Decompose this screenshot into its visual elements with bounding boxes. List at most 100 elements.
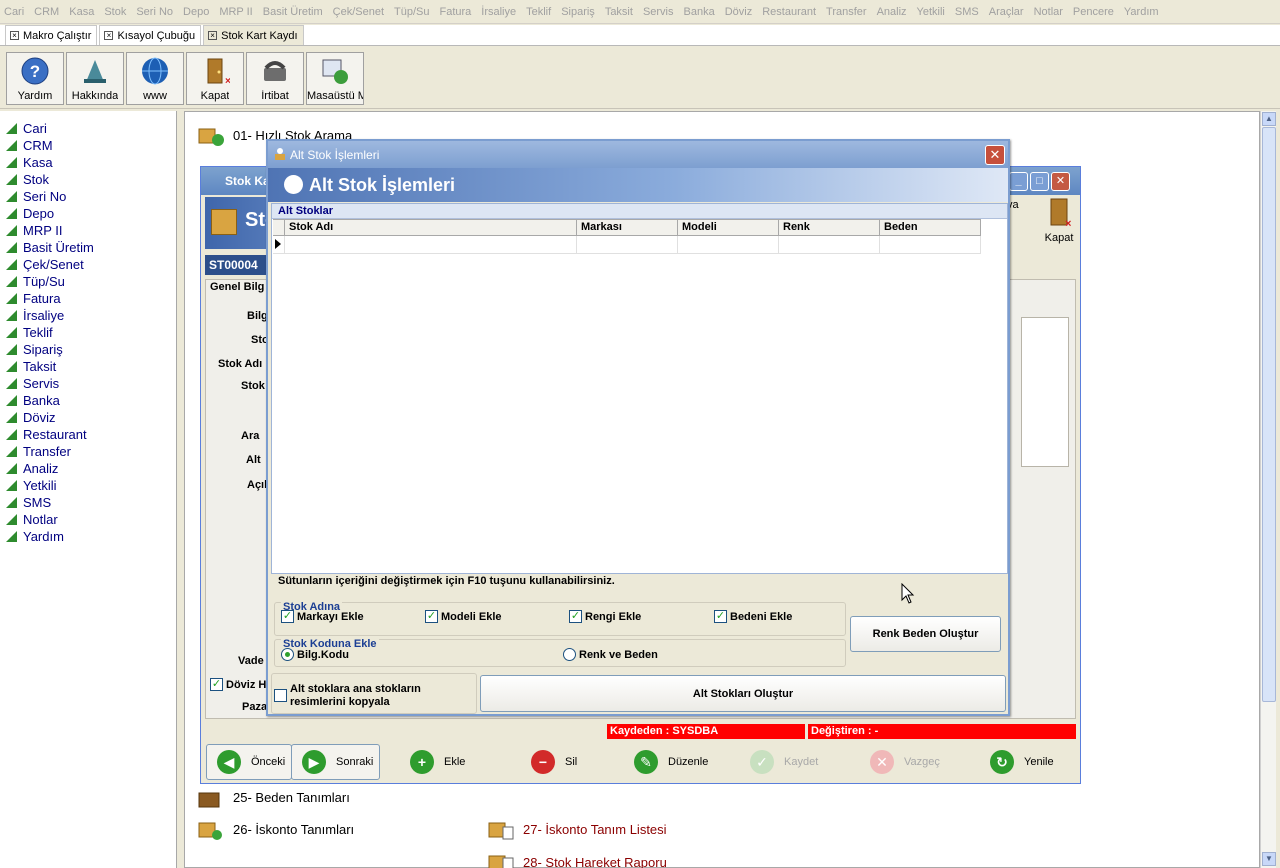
sidebar-item-9[interactable]: Tüp/Su: [0, 273, 176, 290]
menu-item-25[interactable]: Pencere: [1073, 6, 1114, 18]
desktop-shortcut-button[interactable]: Masaüstü M: [306, 52, 364, 105]
previous-button[interactable]: ◀ Önceki: [206, 744, 293, 780]
menu-item-19[interactable]: Transfer: [826, 6, 867, 18]
tab-makro[interactable]: × Makro Çalıştır: [5, 25, 98, 45]
close-icon[interactable]: ×: [104, 31, 114, 40]
menu-item-7[interactable]: Basit Üretim: [263, 6, 323, 18]
menu-item-20[interactable]: Analiz: [877, 6, 907, 18]
sidebar-item-17[interactable]: Döviz: [0, 409, 176, 426]
about-button[interactable]: Hakkında: [66, 52, 124, 105]
column-modeli[interactable]: Modeli: [678, 219, 779, 236]
resim-kopyala-checkbox[interactable]: Alt stoklara ana stokların resimlerini k…: [274, 683, 421, 709]
sidebar-item-14[interactable]: Taksit: [0, 358, 176, 375]
bilg-kodu-radio[interactable]: Bilg.Kodu: [281, 648, 349, 661]
cell-renk[interactable]: [779, 236, 880, 254]
menu-item-13[interactable]: Sipariş: [561, 6, 595, 18]
sidebar-item-18[interactable]: Restaurant: [0, 426, 176, 443]
menu-item-17[interactable]: Döviz: [725, 6, 753, 18]
maximize-icon[interactable]: □: [1030, 172, 1049, 191]
menu-item-18[interactable]: Restaurant: [762, 6, 816, 18]
sidebar-item-15[interactable]: Servis: [0, 375, 176, 392]
sidebar-item-4[interactable]: Seri No: [0, 188, 176, 205]
stok-code-field[interactable]: ST00004: [205, 255, 267, 275]
menu-item-23[interactable]: Araçlar: [989, 6, 1024, 18]
renk-beden-radio[interactable]: Renk ve Beden: [563, 648, 658, 661]
sidebar-item-8[interactable]: Çek/Senet: [0, 256, 176, 273]
report-iskonto-tanim-listesi[interactable]: 27- İskonto Tanım Listesi: [487, 817, 667, 841]
next-button[interactable]: ▶ Sonraki: [291, 744, 381, 780]
menu-item-15[interactable]: Servis: [643, 6, 674, 18]
tab-stok-kart[interactable]: × Stok Kart Kaydı: [203, 25, 304, 45]
rengi-ekle-checkbox[interactable]: ✓ Rengi Ekle: [569, 610, 641, 623]
cell-stok-adi[interactable]: [285, 236, 577, 254]
sidebar-item-19[interactable]: Transfer: [0, 443, 176, 460]
sidebar-item-1[interactable]: CRM: [0, 137, 176, 154]
menu-item-1[interactable]: CRM: [34, 6, 59, 18]
menu-item-22[interactable]: SMS: [955, 6, 979, 18]
save-button[interactable]: ✓ Kaydet: [750, 744, 818, 780]
report-beden-tanimlari[interactable]: 25- Beden Tanımları: [197, 785, 350, 809]
sidebar-item-24[interactable]: Yardım: [0, 528, 176, 545]
menu-item-21[interactable]: Yetkili: [917, 6, 945, 18]
stok-close-button[interactable]: × Kapat: [1037, 197, 1081, 247]
menu-item-6[interactable]: MRP II: [219, 6, 252, 18]
menu-item-3[interactable]: Stok: [104, 6, 126, 18]
menu-item-24[interactable]: Notlar: [1034, 6, 1063, 18]
close-icon[interactable]: ✕: [1051, 172, 1070, 191]
sidebar-item-20[interactable]: Analiz: [0, 460, 176, 477]
sidebar-item-6[interactable]: MRP II: [0, 222, 176, 239]
cell-beden[interactable]: [880, 236, 981, 254]
sidebar-item-7[interactable]: Basit Üretim: [0, 239, 176, 256]
menu-item-0[interactable]: Cari: [4, 6, 24, 18]
alt-stoklar-grid[interactable]: Alt Stoklar Stok Adı Markası Modeli Renk…: [271, 203, 1008, 574]
sidebar-item-13[interactable]: Sipariş: [0, 341, 176, 358]
markayi-ekle-checkbox[interactable]: ✓ Markayı Ekle: [281, 610, 364, 623]
close-icon[interactable]: ×: [208, 31, 218, 40]
menu-item-11[interactable]: İrsaliye: [481, 6, 516, 18]
column-beden[interactable]: Beden: [880, 219, 981, 236]
sidebar-item-3[interactable]: Stok: [0, 171, 176, 188]
contact-button[interactable]: İrtibat: [246, 52, 304, 105]
cell-modeli[interactable]: [678, 236, 779, 254]
doviz-checkbox[interactable]: ✓ Döviz H: [210, 678, 266, 691]
column-stok-adi[interactable]: Stok Adı: [285, 219, 577, 236]
sidebar-item-22[interactable]: SMS: [0, 494, 176, 511]
report-stok-hareket[interactable]: 28- Stok Hareket Raporu: [487, 850, 667, 868]
menu-item-2[interactable]: Kasa: [69, 6, 94, 18]
sidebar-item-0[interactable]: Cari: [0, 120, 176, 137]
delete-button[interactable]: − Sil: [531, 744, 577, 780]
report-iskonto-tanimlari[interactable]: 26- İskonto Tanımları: [197, 817, 354, 841]
sidebar-item-5[interactable]: Depo: [0, 205, 176, 222]
help-button[interactable]: ? Yardım: [6, 52, 64, 105]
menu-item-16[interactable]: Banka: [684, 6, 715, 18]
sidebar-item-2[interactable]: Kasa: [0, 154, 176, 171]
close-icon[interactable]: ×: [10, 31, 19, 40]
menu-item-4[interactable]: Seri No: [136, 6, 173, 18]
tab-kisayol[interactable]: × Kısayol Çubuğu: [99, 25, 202, 45]
column-renk[interactable]: Renk: [779, 219, 880, 236]
alt-stoklari-olustur-button[interactable]: Alt Stokları Oluştur: [480, 675, 1006, 712]
add-button[interactable]: + Ekle: [410, 744, 465, 780]
refresh-button[interactable]: ↻ Yenile: [990, 744, 1054, 780]
cell-markasi[interactable]: [577, 236, 678, 254]
menu-item-12[interactable]: Teklif: [526, 6, 551, 18]
close-icon[interactable]: ✕: [985, 145, 1005, 165]
sidebar-item-11[interactable]: İrsaliye: [0, 307, 176, 324]
edit-button[interactable]: ✎ Düzenle: [634, 744, 708, 780]
menu-item-8[interactable]: Çek/Senet: [333, 6, 384, 18]
sidebar-item-10[interactable]: Fatura: [0, 290, 176, 307]
column-markasi[interactable]: Markası: [577, 219, 678, 236]
cancel-button[interactable]: ✕ Vazgeç: [870, 744, 940, 780]
www-button[interactable]: www: [126, 52, 184, 105]
scroll-thumb[interactable]: [1262, 127, 1276, 702]
menu-item-9[interactable]: Tüp/Su: [394, 6, 429, 18]
menu-item-26[interactable]: Yardım: [1124, 6, 1159, 18]
sidebar-item-16[interactable]: Banka: [0, 392, 176, 409]
menu-item-10[interactable]: Fatura: [439, 6, 471, 18]
sidebar-item-12[interactable]: Teklif: [0, 324, 176, 341]
minimize-icon[interactable]: _: [1009, 172, 1028, 191]
sidebar-item-23[interactable]: Notlar: [0, 511, 176, 528]
menu-item-14[interactable]: Taksit: [605, 6, 633, 18]
renk-beden-olustur-button[interactable]: Renk Beden Oluştur: [850, 616, 1001, 652]
sidebar-item-21[interactable]: Yetkili: [0, 477, 176, 494]
